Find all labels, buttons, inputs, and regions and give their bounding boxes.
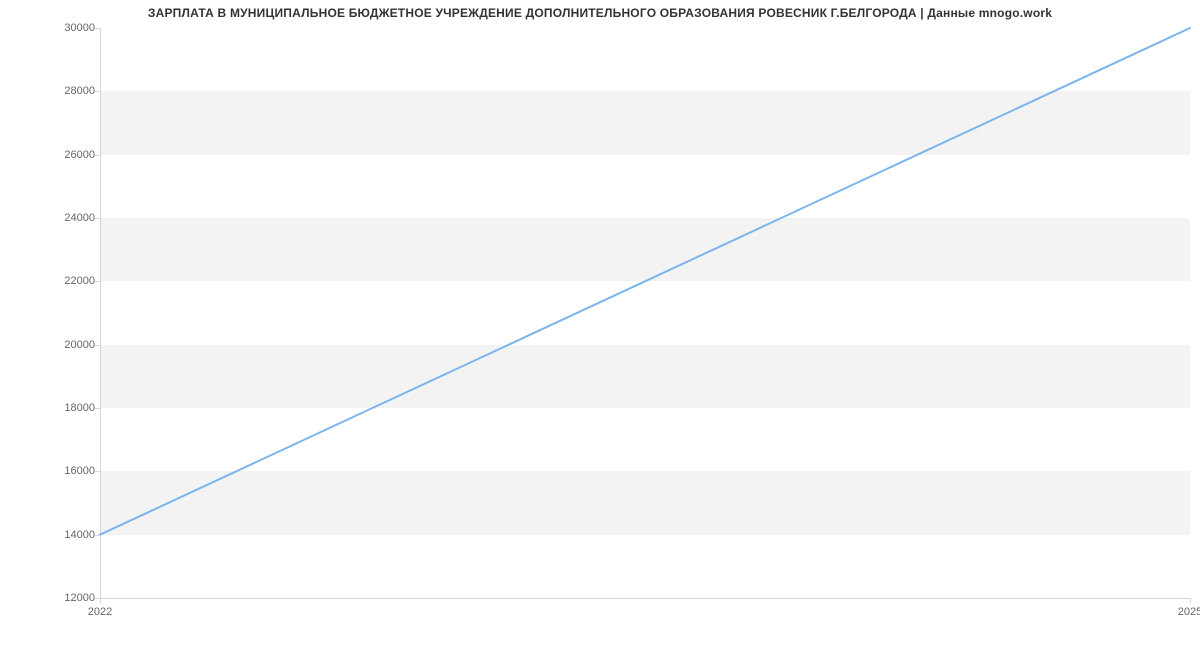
x-axis-line — [100, 598, 1190, 599]
y-tick-label: 28000 — [35, 85, 95, 97]
y-tick-label: 22000 — [35, 275, 95, 287]
y-tick — [95, 471, 100, 472]
chart-container: ЗАРПЛАТА В МУНИЦИПАЛЬНОЕ БЮДЖЕТНОЕ УЧРЕЖ… — [0, 0, 1200, 650]
y-tick — [95, 535, 100, 536]
y-tick — [95, 155, 100, 156]
y-tick-label: 16000 — [35, 465, 95, 477]
y-tick-label: 18000 — [35, 402, 95, 414]
y-tick — [95, 218, 100, 219]
line-layer — [100, 28, 1190, 598]
y-tick — [95, 345, 100, 346]
y-tick — [95, 281, 100, 282]
x-tick — [100, 598, 101, 603]
x-tick — [1190, 598, 1191, 603]
y-tick-label: 24000 — [35, 212, 95, 224]
y-tick — [95, 28, 100, 29]
y-tick — [95, 91, 100, 92]
series-line — [100, 28, 1190, 535]
y-tick-label: 26000 — [35, 149, 95, 161]
y-tick-label: 30000 — [35, 22, 95, 34]
y-tick — [95, 408, 100, 409]
y-tick-label: 14000 — [35, 529, 95, 541]
chart-title: ЗАРПЛАТА В МУНИЦИПАЛЬНОЕ БЮДЖЕТНОЕ УЧРЕЖ… — [0, 6, 1200, 20]
x-tick-label: 2025 — [1178, 606, 1200, 618]
y-tick-label: 20000 — [35, 339, 95, 351]
plot-area — [100, 28, 1190, 598]
x-tick-label: 2022 — [88, 606, 112, 618]
y-tick-label: 12000 — [35, 592, 95, 604]
